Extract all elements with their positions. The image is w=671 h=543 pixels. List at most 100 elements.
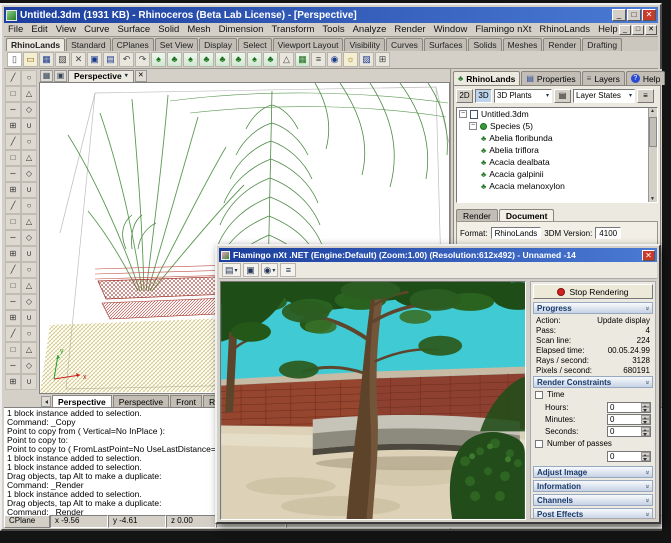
plants-dropdown[interactable]: 3D Plants ▾ [494, 89, 552, 103]
collapsed-section-header[interactable]: Post Effects » [533, 508, 653, 518]
toolbar-icon[interactable]: ♣ [167, 52, 182, 67]
tool-icon[interactable]: ╱ [5, 198, 21, 214]
tool-icon[interactable]: △ [21, 86, 37, 102]
menu-item[interactable]: Edit [27, 23, 51, 36]
tool-icon[interactable]: ∼ [5, 102, 21, 118]
collapsed-section-header[interactable]: Channels » [533, 494, 653, 506]
view-2d-button[interactable]: 2D [456, 89, 473, 103]
tool-icon[interactable]: ○ [21, 134, 37, 150]
layer-states-dropdown[interactable]: Layer States ▾ [573, 89, 635, 103]
menu-item[interactable]: Analyze [349, 23, 391, 36]
tool-icon[interactable]: ∼ [5, 294, 21, 310]
tool-icon[interactable]: ╱ [5, 326, 21, 342]
tool-icon[interactable]: ∪ [21, 182, 37, 198]
mdi-minimize-button[interactable]: _ [619, 24, 631, 35]
tree-scrollbar[interactable] [648, 108, 657, 202]
viewport-bottom-tab[interactable]: Front [170, 395, 202, 407]
menu-item[interactable]: RhinoLands [535, 23, 594, 36]
species-item[interactable]: Acacia melanoxylon [457, 180, 657, 192]
toolbar-icon[interactable]: ✕ [71, 52, 86, 67]
status-cell[interactable]: z 0.00 [166, 515, 216, 528]
tool-icon[interactable]: ∼ [5, 230, 21, 246]
collapse-icon[interactable] [459, 110, 467, 118]
menu-item[interactable]: Solid [154, 23, 183, 36]
time-spinner[interactable]: 0 [607, 401, 651, 413]
copy-image-button[interactable]: ▣ [242, 263, 259, 277]
toolbar-icon[interactable]: ♣ [231, 52, 246, 67]
tool-icon[interactable]: ⊞ [5, 182, 21, 198]
toolbar-tab[interactable]: Render [543, 38, 582, 51]
tool-icon[interactable]: ∼ [5, 166, 21, 182]
tool-icon[interactable]: ╱ [5, 70, 21, 86]
spinner-value[interactable]: 0 [608, 415, 641, 424]
toolbar-tab[interactable]: Display [199, 38, 238, 51]
close-button[interactable]: ✕ [642, 9, 656, 21]
toolbar-tab[interactable]: Meshes [502, 38, 543, 51]
tool-icon[interactable]: ○ [21, 262, 37, 278]
save-image-button[interactable]: ▤ ▾ [222, 263, 241, 277]
panel-sub-tab[interactable]: Render [456, 209, 498, 221]
tool-icon[interactable]: ╱ [5, 134, 21, 150]
tool-icon[interactable]: △ [21, 342, 37, 358]
passes-spinner[interactable]: 0 [607, 450, 651, 462]
tree-root-item[interactable]: Untitled.3dm [457, 108, 657, 120]
menu-item[interactable]: Transform [267, 23, 318, 36]
toolbar-tab[interactable]: Drafting [582, 38, 623, 51]
tool-icon[interactable]: ∪ [21, 246, 37, 262]
version-value[interactable]: 4100 [595, 227, 622, 239]
tool-icon[interactable]: △ [21, 150, 37, 166]
spin-down-icon[interactable] [641, 419, 650, 424]
tool-icon[interactable]: ∪ [21, 374, 37, 390]
time-checkbox[interactable] [535, 390, 543, 399]
panel-tab[interactable]: ? Help [625, 71, 666, 85]
scrollbar-thumb[interactable] [649, 117, 657, 147]
minimize-button[interactable]: _ [612, 9, 626, 21]
toolbar-icon[interactable]: ◉ [327, 52, 342, 67]
toolbar-tab[interactable]: Solids [468, 38, 502, 51]
tree-group-item[interactable]: Species (5) [457, 120, 657, 132]
tool-icon[interactable]: ◇ [21, 294, 37, 310]
tool-icon[interactable]: △ [21, 278, 37, 294]
toolbar-tab[interactable]: RhinoLands [6, 38, 66, 51]
render-window-close-button[interactable]: ✕ [642, 249, 655, 261]
toolbar-icon[interactable]: ▦ [39, 52, 54, 67]
menu-item[interactable]: Mesh [183, 23, 214, 36]
tool-icon[interactable]: ╱ [5, 262, 21, 278]
tool-icon[interactable]: ⊞ [5, 118, 21, 134]
toolbar-icon[interactable]: ▭ [23, 52, 38, 67]
toolbar-icon[interactable]: ▨ [55, 52, 70, 67]
tab-scroll-left-icon[interactable] [41, 396, 51, 407]
menu-item[interactable]: File [4, 23, 27, 36]
species-item[interactable]: Abelia triflora [457, 144, 657, 156]
panel-tab[interactable]: ♣ RhinoLands [453, 71, 521, 85]
tool-icon[interactable]: ○ [21, 326, 37, 342]
tool-icon[interactable]: □ [5, 86, 21, 102]
tool-icon[interactable]: ○ [21, 198, 37, 214]
toolbar-icon[interactable]: ▯ [7, 52, 22, 67]
toolbar-tab[interactable]: CPlanes [111, 38, 154, 51]
spinner-value[interactable]: 0 [608, 427, 641, 436]
spinner-value[interactable]: 0 [608, 452, 641, 461]
render-constraints-header[interactable]: Render Constraints » [533, 376, 653, 388]
tool-icon[interactable]: □ [5, 150, 21, 166]
menu-item[interactable]: Render [390, 23, 429, 36]
collapsed-section-header[interactable]: Information » [533, 480, 653, 492]
status-cell[interactable]: x -9.56 [50, 515, 108, 528]
layer-options-button[interactable]: ≡ [637, 89, 654, 103]
toolbar-icon[interactable]: ♠ [183, 52, 198, 67]
toolbar-icon[interactable]: ♣ [263, 52, 278, 67]
render-window-title-bar[interactable]: Flamingo nXt .NET (Engine:Default) (Zoom… [219, 248, 657, 262]
time-spinner[interactable]: 0 [607, 413, 651, 425]
tool-icon[interactable]: ○ [21, 70, 37, 86]
format-value[interactable]: RhinoLands [490, 227, 542, 239]
status-cell[interactable]: y -4.61 [108, 515, 166, 528]
spinner-value[interactable]: 0 [608, 403, 641, 412]
menu-item[interactable]: Curve [80, 23, 113, 36]
toolbar-tab[interactable]: Select [238, 38, 272, 51]
toolbar-icon[interactable]: ↷ [135, 52, 150, 67]
toolbar-icon[interactable]: ▣ [87, 52, 102, 67]
time-spinner[interactable]: 0 [607, 425, 651, 437]
menu-item[interactable]: Tools [318, 23, 348, 36]
tool-icon[interactable]: ◇ [21, 102, 37, 118]
spin-down-icon[interactable] [641, 431, 650, 436]
